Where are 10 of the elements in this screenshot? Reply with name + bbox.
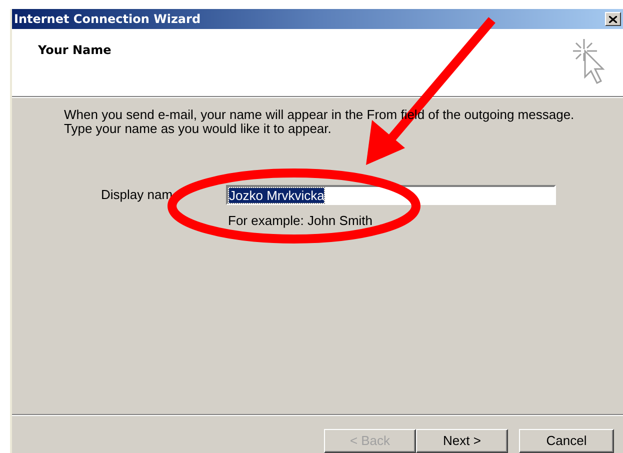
display-name-field[interactable]: Jozko Mrvkvicka	[226, 185, 556, 205]
wizard-button[interactable]: Cancel	[519, 429, 614, 453]
close-button[interactable]	[605, 12, 621, 26]
wizard-button[interactable]: Next >	[416, 429, 508, 453]
page-heading: Your Name	[38, 42, 112, 59]
window-title: Internet Connection Wizard	[14, 11, 201, 28]
example-hint: For example: John Smith	[228, 212, 374, 230]
instruction-text: Type your name as you would like it to appear.	[64, 122, 332, 136]
field-label: Display nam	[101, 186, 174, 204]
close-icon	[609, 16, 617, 22]
